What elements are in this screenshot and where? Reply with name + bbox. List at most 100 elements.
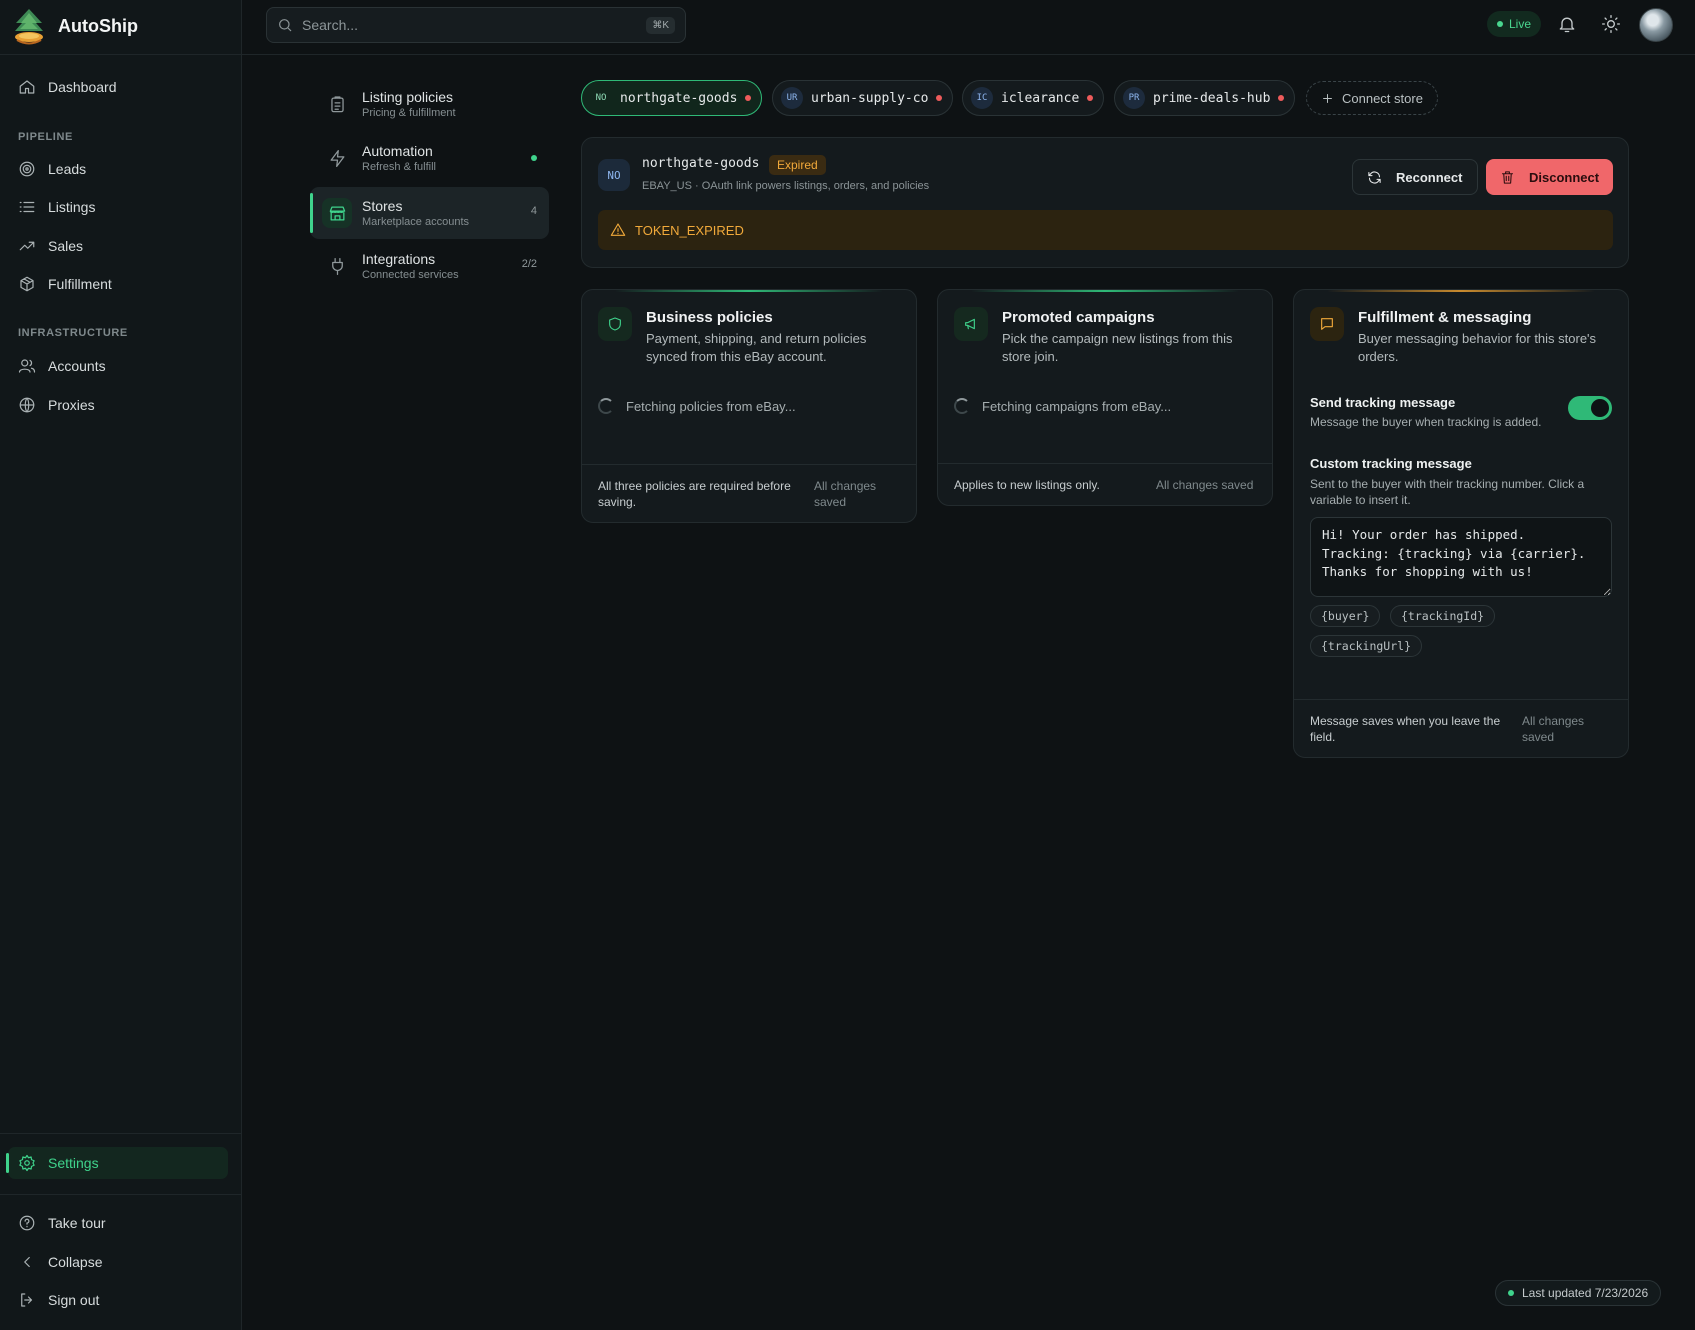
- count-badge: 4: [530, 205, 537, 217]
- footer-note: All three policies are required before s…: [598, 479, 791, 509]
- users-icon: [18, 359, 36, 373]
- status-label: Live: [1509, 17, 1532, 31]
- fulfillment-messaging-card: Fulfillment & messaging Buyer messaging …: [1293, 289, 1629, 758]
- spinner-icon: [598, 398, 614, 414]
- divider: [0, 54, 241, 55]
- count-badge: 2/2: [521, 258, 537, 270]
- subnav-title: Automation: [362, 143, 433, 159]
- nav-fulfillment[interactable]: Fulfillment: [8, 268, 228, 300]
- globe-icon: [19, 397, 35, 413]
- toggle-label: Send tracking message: [1310, 395, 1456, 410]
- store-icon: [329, 206, 345, 220]
- subnav-subtitle: Connected services: [362, 269, 459, 281]
- card-title: Promoted campaigns: [1002, 309, 1155, 326]
- plug-icon: [331, 257, 343, 275]
- business-policies-card: Business policies Payment, shipping, and…: [581, 289, 917, 523]
- loading-indicator: Fetching policies from eBay...: [598, 398, 796, 414]
- toggle-description: Message the buyer when tracking is added…: [1310, 415, 1542, 429]
- nav-accounts[interactable]: Accounts: [8, 350, 228, 382]
- status-dot: [1508, 1290, 1514, 1296]
- search-bar[interactable]: ⌘K: [266, 7, 686, 43]
- card-icon: [598, 307, 632, 341]
- variable-chip-tracking-id[interactable]: {trackingId}: [1390, 605, 1496, 627]
- collapse-button[interactable]: Collapse: [8, 1246, 228, 1278]
- notifications-button[interactable]: [1557, 14, 1577, 34]
- trash-icon: [1501, 170, 1514, 184]
- status-dot: [1278, 95, 1285, 101]
- nav-dashboard[interactable]: Dashboard: [8, 71, 228, 103]
- nav-label: Sign out: [48, 1292, 100, 1308]
- settings-nav-stores[interactable]: Stores Marketplace accounts 4: [310, 187, 549, 239]
- store-avatar: NO: [598, 159, 630, 191]
- refresh-icon: [1368, 170, 1381, 184]
- footer-note: Applies to new listings only.: [954, 478, 1100, 492]
- store-name: prime-deals-hub: [1153, 90, 1271, 106]
- promoted-campaigns-card: Promoted campaigns Pick the campaign new…: [937, 289, 1273, 506]
- connect-store-button[interactable]: Connect store: [1306, 81, 1438, 115]
- shortcut-badge: ⌘K: [646, 16, 675, 34]
- status-dot: [1497, 21, 1503, 27]
- reconnect-label: Reconnect: [1396, 169, 1463, 185]
- chevron-left-icon: [24, 1256, 30, 1268]
- subnav-icon: [322, 251, 352, 281]
- disconnect-button[interactable]: Disconnect: [1486, 159, 1613, 195]
- disconnect-label: Disconnect: [1529, 169, 1600, 185]
- lightning-icon: [330, 149, 344, 167]
- store-detail-panel: NO northgate-goods Expired EBAY_US · OAu…: [581, 137, 1629, 268]
- subnav-title: Integrations: [362, 251, 436, 267]
- nav-section-infrastructure: INFRASTRUCTURE: [18, 327, 128, 339]
- nav-proxies[interactable]: Proxies: [8, 389, 228, 421]
- store-tab-prime-deals-hub[interactable]: PR prime-deals-hub: [1114, 80, 1296, 116]
- clipboard-icon: [330, 95, 344, 112]
- package-icon: [20, 276, 34, 292]
- card-description: Buyer messaging behavior for this store'…: [1358, 331, 1597, 364]
- card-footer: All three policies are required before s…: [582, 464, 916, 522]
- help-circle-icon: [19, 1215, 35, 1231]
- nav-listings[interactable]: Listings: [8, 191, 228, 223]
- subnav-subtitle: Pricing & fulfillment: [362, 107, 456, 119]
- loading-text: Fetching campaigns from eBay...: [982, 398, 1172, 414]
- sign-out-button[interactable]: Sign out: [8, 1284, 228, 1316]
- store-code: IC: [971, 87, 993, 109]
- custom-message-textarea[interactable]: Hi! Your order has shipped. Tracking: {t…: [1310, 517, 1612, 597]
- reconnect-button[interactable]: Reconnect: [1352, 159, 1478, 195]
- target-icon: [19, 161, 35, 177]
- connect-store-label: Connect store: [1342, 90, 1423, 106]
- settings-nav-automation[interactable]: Automation Refresh & fulfill: [310, 132, 549, 184]
- loading-indicator: Fetching campaigns from eBay...: [954, 398, 1171, 414]
- custom-message-label: Custom tracking message: [1310, 456, 1472, 471]
- nav-label: Listings: [48, 199, 96, 215]
- subnav-subtitle: Marketplace accounts: [362, 216, 469, 228]
- home-icon: [19, 80, 35, 94]
- nav-settings[interactable]: Settings: [6, 1147, 228, 1179]
- store-code: NO: [595, 93, 607, 103]
- nav-leads[interactable]: Leads: [8, 153, 228, 185]
- nav-label: Collapse: [48, 1254, 103, 1270]
- store-name: northgate-goods: [620, 90, 738, 106]
- store-tab-urban-supply-co[interactable]: UR urban-supply-co: [772, 80, 954, 116]
- subnav-icon: [322, 198, 352, 228]
- store-tab-northgate-goods[interactable]: NO northgate-goods: [581, 80, 763, 116]
- user-avatar[interactable]: [1639, 8, 1673, 42]
- store-tab-iclearance[interactable]: IC iclearance: [962, 80, 1105, 116]
- take-tour-button[interactable]: Take tour: [8, 1207, 228, 1239]
- brand[interactable]: AutoShip: [12, 6, 138, 46]
- warning-triangle-icon: [610, 223, 626, 236]
- theme-toggle-button[interactable]: [1601, 14, 1621, 34]
- settings-nav-integrations[interactable]: Integrations Connected services 2/2: [310, 240, 549, 292]
- settings-nav-listing-policies[interactable]: Listing policies Pricing & fulfillment: [310, 78, 549, 130]
- logout-icon: [21, 1293, 33, 1307]
- variable-chip-tracking-url[interactable]: {trackingUrl}: [1310, 635, 1423, 657]
- send-tracking-toggle[interactable]: [1568, 396, 1612, 420]
- plus-icon: [1323, 93, 1332, 103]
- store-code: UR: [781, 87, 803, 109]
- nav-sales[interactable]: Sales: [8, 230, 228, 262]
- search-icon: [279, 19, 292, 32]
- variable-chip-buyer[interactable]: {buyer}: [1310, 605, 1381, 627]
- divider: [0, 1133, 241, 1134]
- toggle-knob: [1591, 399, 1609, 417]
- megaphone-icon: [965, 318, 975, 330]
- last-updated-badge: Last updated 7/23/2026: [1495, 1280, 1662, 1306]
- search-input[interactable]: [302, 17, 638, 33]
- token-warning: TOKEN_EXPIRED: [598, 210, 1613, 250]
